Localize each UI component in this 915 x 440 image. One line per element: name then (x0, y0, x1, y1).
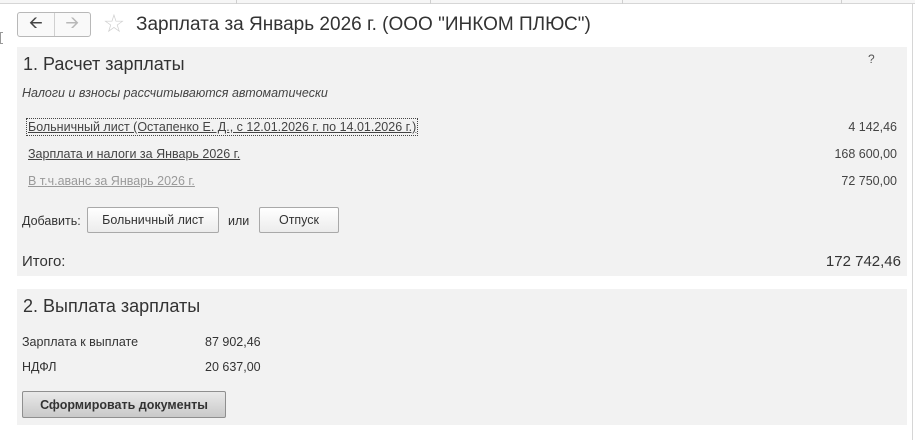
salary-taxes-amount: 168 600,00 (834, 147, 897, 161)
total-label: Итого: (22, 253, 66, 270)
arrow-left-icon: 🡨 (28, 13, 43, 32)
advance-amount: 72 750,00 (841, 174, 897, 188)
sick-leave-amount: 4 142,46 (848, 120, 897, 134)
advance-link[interactable]: В т.ч.аванс за Январь 2026 г. (28, 174, 195, 188)
taxes-note: Налоги и взносы рассчитываются автоматич… (22, 86, 328, 100)
star-icon: ☆ (102, 10, 126, 38)
salary-payment-section: 2. Выплата зарплаты Зарплата к выплате 8… (17, 289, 907, 425)
help-button[interactable]: ? (868, 52, 875, 66)
section-title: 1. Расчет зарплаты (23, 54, 185, 74)
add-vacation-button[interactable]: Отпуск (259, 207, 339, 233)
navigation-buttons: 🡨 🡪 (17, 12, 91, 37)
salary-payable-label: Зарплата к выплате (22, 335, 139, 349)
panel-edge-marker (0, 32, 3, 44)
sick-leave-link[interactable]: Больничный лист (Остапенко Е. Д., с 12.0… (25, 118, 419, 136)
back-button[interactable]: 🡨 (18, 13, 54, 36)
or-label: или (228, 214, 250, 228)
add-label: Добавить: (22, 214, 81, 228)
ndfl-value: 20 637,00 (205, 360, 261, 374)
generate-documents-button[interactable]: Сформировать документы (22, 391, 226, 418)
salary-payable-value: 87 902,46 (205, 335, 261, 349)
favorite-button[interactable]: ☆ (101, 11, 127, 37)
total-value: 172 742,46 (825, 253, 901, 270)
window-border (912, 4, 913, 440)
add-sick-leave-button[interactable]: Больничный лист (87, 207, 219, 233)
salary-taxes-link[interactable]: Зарплата и налоги за Январь 2026 г. (28, 147, 240, 161)
tab-strip (0, 0, 915, 4)
ndfl-label: НДФЛ (22, 360, 57, 374)
salary-window: 🡨 🡪 ☆ Зарплата за Январь 2026 г. (ООО "И… (0, 0, 915, 440)
arrow-right-icon: 🡪 (65, 13, 80, 32)
forward-button[interactable]: 🡪 (53, 13, 91, 36)
section-title: 2. Выплата зарплаты (23, 296, 201, 316)
salary-calculation-section: 1. Расчет зарплаты ? Налоги и взносы рас… (17, 47, 907, 276)
page-title: Зарплата за Январь 2026 г. (ООО "ИНКОМ П… (136, 14, 591, 35)
